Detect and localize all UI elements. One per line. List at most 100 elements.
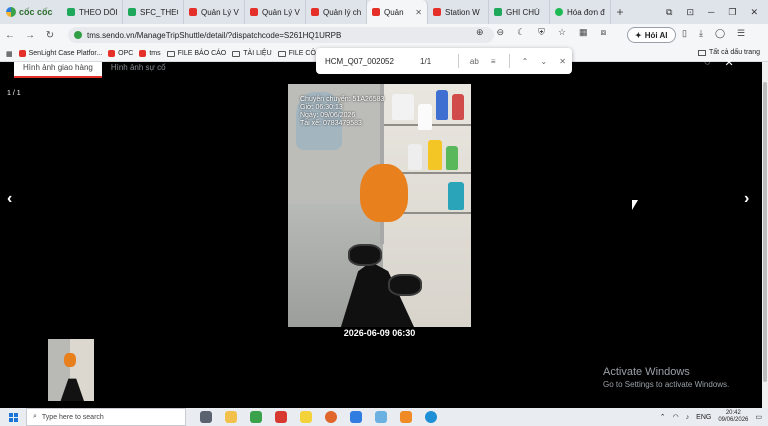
sendo-icon <box>18 50 26 57</box>
shield-icon[interactable]: ⛨ <box>538 27 545 38</box>
profile-icon[interactable]: ◯ <box>715 28 725 39</box>
bookmark-item[interactable]: SenLight Case Platfor... <box>18 50 103 57</box>
image-counter: 1 / 1 <box>7 90 21 97</box>
close-viewer-icon[interactable]: ✕ <box>725 56 734 69</box>
bookmark-item[interactable]: OPC <box>108 50 133 57</box>
sheets-icon <box>128 8 136 16</box>
zalo-icon[interactable] <box>350 411 362 423</box>
all-bookmarks[interactable]: Tất cả dấu trang <box>698 49 760 56</box>
language-indicator[interactable]: ENG <box>696 414 711 421</box>
close-find-icon[interactable]: ✕ <box>553 57 572 66</box>
restore-icon[interactable]: ❐ <box>728 7 736 18</box>
sendo-icon <box>372 8 380 16</box>
ask-ai-button[interactable]: ✦ Hỏi AI <box>627 27 676 43</box>
screenshot-icon[interactable]: ⧉ <box>666 7 672 18</box>
match-case-icon[interactable]: ab <box>465 57 484 66</box>
translate-icon[interactable]: ⊕ <box>476 27 484 38</box>
prev-match-icon[interactable]: ⌃ <box>516 57 535 66</box>
extension-icon[interactable]: ▦ <box>579 27 588 38</box>
whole-word-icon[interactable]: ≡ <box>484 57 503 66</box>
close-window-icon[interactable]: ✕ <box>750 7 758 18</box>
image-type-tabs: Hình ảnh giao hàng Hình ảnh sự cố <box>14 62 175 78</box>
sendo-icon <box>433 8 441 16</box>
tab-6[interactable]: Station W <box>428 0 489 24</box>
tray-chevron-icon[interactable]: ⌃ <box>660 413 666 421</box>
sidebar-icon[interactable]: ▯ <box>682 28 687 39</box>
activate-windows-watermark: Activate Windows Go to Settings to activ… <box>603 366 729 389</box>
dark-mode-icon[interactable]: ☾ <box>517 27 525 38</box>
watermark-line: Chuyên chuyển: 51A26583 <box>300 96 385 103</box>
next-image-icon[interactable]: › <box>744 190 749 208</box>
photo-product <box>452 94 464 120</box>
volume-icon[interactable]: ♪ <box>686 414 690 421</box>
new-tab-icon[interactable]: + <box>611 5 629 19</box>
image-viewer: Hình ảnh giao hàng Hình ảnh sự cố ◌ ✕ 1 … <box>0 56 768 408</box>
mouse-cursor-icon <box>632 200 638 210</box>
task-view-icon[interactable] <box>200 411 212 423</box>
browser-brand[interactable]: cốc cốc <box>0 7 62 17</box>
wps-icon[interactable] <box>275 411 287 423</box>
watermark-line: Giờ: 06:30:13 <box>300 104 343 111</box>
bookmark-folder[interactable]: TÀI LIỆU <box>232 50 272 57</box>
clock[interactable]: 20:42 09/06/2026 <box>718 410 748 424</box>
taskbar-search[interactable]: ⌕ Type here to search <box>26 408 186 426</box>
notes-icon[interactable] <box>300 411 312 423</box>
close-tab-icon[interactable]: ✕ <box>415 8 422 17</box>
tab-delivery-images[interactable]: Hình ảnh giao hàng <box>14 62 102 78</box>
download-icon[interactable]: ⤓ <box>699 28 703 39</box>
coccoc-icon[interactable] <box>250 411 262 423</box>
tab-4[interactable]: Quản lý ch <box>306 0 367 24</box>
url-text: tms.sendo.vn/ManageTripShuttle/detail/?d… <box>87 30 342 40</box>
tab-incident-images[interactable]: Hình ảnh sự cố <box>102 62 175 78</box>
wifi-icon[interactable]: ◠ <box>673 413 679 421</box>
tab-2[interactable]: Quản Lý V <box>184 0 245 24</box>
chrome-icon[interactable] <box>325 411 337 423</box>
tab-1[interactable]: SFC_THEO <box>123 0 184 24</box>
puzzle-icon[interactable]: ⧈ <box>601 27 607 38</box>
edge-icon[interactable] <box>425 411 437 423</box>
apps-grid-icon[interactable]: ▦ <box>6 50 13 58</box>
zoom-icon[interactable]: ⊖ <box>497 27 505 38</box>
notification-icon[interactable]: ▭ <box>755 413 762 421</box>
photo-shoe <box>348 244 382 266</box>
app-icon[interactable] <box>375 411 387 423</box>
bookmark-star-icon[interactable]: ☆ <box>558 27 566 38</box>
find-input[interactable]: HCM_Q07_002052 <box>316 57 420 66</box>
bookmark-folder[interactable]: FILE BÁO CÁO <box>166 50 226 57</box>
tab-search-icon[interactable]: ⊡ <box>686 7 694 18</box>
find-bar: HCM_Q07_002052 1/1 ab ≡ ⌃ ⌄ ✕ <box>316 48 572 74</box>
forward-icon[interactable]: → <box>20 30 40 41</box>
system-tray: ⌃ ◠ ♪ ENG 20:42 09/06/2026 ▭ <box>660 408 762 426</box>
all-bookmarks-label: Tất cả dấu trang <box>709 49 760 56</box>
tab-0[interactable]: THEO DÕI <box>62 0 123 24</box>
prev-image-icon[interactable]: ‹ <box>7 190 12 208</box>
minimize-icon[interactable]: ─ <box>708 7 714 17</box>
tab-5-active[interactable]: Quản ✕ <box>367 0 428 24</box>
app-icon[interactable] <box>400 411 412 423</box>
site-info-icon[interactable] <box>74 31 82 39</box>
tab-8[interactable]: Hóa đơn đ <box>550 0 611 24</box>
page-scrollbar[interactable] <box>762 62 768 408</box>
start-button[interactable] <box>0 412 26 422</box>
next-match-icon[interactable]: ⌄ <box>534 57 553 66</box>
tab-bar: cốc cốc THEO DÕI SFC_THEO Quản Lý V Quản… <box>0 0 768 24</box>
rotate-icon[interactable]: ◌ <box>704 56 711 69</box>
menu-icon[interactable]: ☰ <box>737 28 745 39</box>
file-explorer-icon[interactable] <box>225 411 237 423</box>
tab-label: SFC_THEO <box>140 7 178 17</box>
scrollbar-thumb[interactable] <box>763 82 767 382</box>
ask-ai-label: Hỏi AI <box>644 30 668 40</box>
tab-label: Quản lý ch <box>323 7 361 17</box>
bookmark-folder[interactable]: FILE CÔN <box>277 50 321 57</box>
divider <box>508 54 510 68</box>
bookmark-item[interactable]: tms <box>139 50 161 57</box>
tab-7[interactable]: GHI CHÚ <box>489 0 550 24</box>
omnibox-icons: ⊕ ⊖ ☾ ⛨ ☆ ▦ ⧈ <box>476 27 606 38</box>
back-icon[interactable]: ← <box>0 30 20 41</box>
photo-thumbnail[interactable] <box>48 339 94 401</box>
bookmark-label: SenLight Case Platfor... <box>28 50 103 57</box>
activate-title: Activate Windows <box>603 366 690 378</box>
address-field[interactable]: tms.sendo.vn/ManageTripShuttle/detail/?d… <box>68 27 494 43</box>
reload-icon[interactable]: ↻ <box>40 30 60 41</box>
tab-3[interactable]: Quản Lý V <box>245 0 306 24</box>
